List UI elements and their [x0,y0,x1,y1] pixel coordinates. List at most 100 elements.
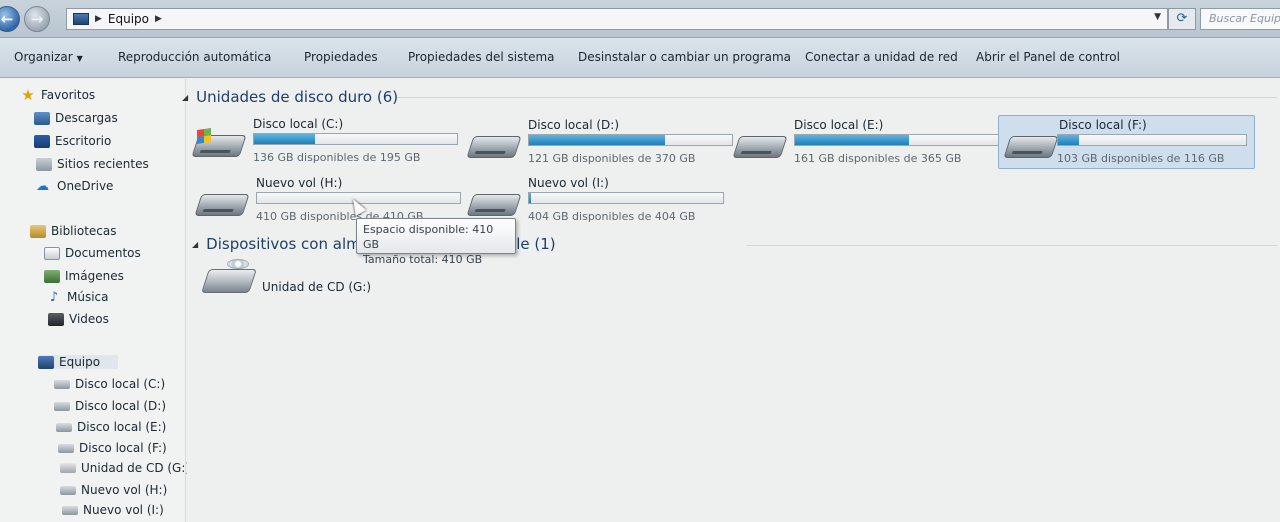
drive-name: Nuevo vol (I:) [528,176,609,190]
forward-button[interactable]: → [24,6,50,32]
computer-icon [73,13,89,25]
nav-label: Descargas [55,111,118,125]
recent-places-icon [36,157,52,171]
hard-drive-icon [194,194,250,216]
nav-label: Disco local (D:) [75,399,167,413]
drive-name: Nuevo vol (H:) [256,176,343,190]
usage-fill [529,135,665,145]
nav-item-drive-e[interactable]: Disco local (E:) [56,420,166,434]
nav-item-sitios-recientes[interactable]: Sitios recientes [36,157,149,171]
drive-name: Disco local (C:) [253,117,344,131]
nav-item-cd-g[interactable]: Unidad de CD (G:) [60,461,190,475]
nav-item-documentos[interactable]: Documentos [44,246,141,260]
nav-label: OneDrive [57,179,114,193]
nav-item-imagenes[interactable]: Imágenes [44,269,124,283]
organize-label: Organizar [14,50,73,64]
drive-name: Disco local (F:) [1059,118,1147,132]
nav-item-musica[interactable]: ♪ Música [46,290,109,304]
music-note-icon: ♪ [49,289,59,305]
nav-label: Sitios recientes [57,157,149,171]
drive-tooltip: Espacio disponible: 410 GB Tamaño total:… [356,218,516,266]
drive-free-space: 404 GB disponibles de 404 GB [528,210,696,223]
autoplay-button[interactable]: Reproducción automática [118,50,271,64]
nav-item-drive-d[interactable]: Disco local (D:) [54,399,166,413]
nav-item-escritorio[interactable]: Escritorio [34,134,111,148]
organize-button[interactable]: Organizar ▼ [14,50,83,64]
drive-free-space: 103 GB disponibles de 116 GB [1057,152,1225,165]
cd-drive-name: Unidad de CD (G:) [262,280,372,294]
desktop-icon [34,134,50,148]
system-properties-button[interactable]: Propiedades del sistema [408,50,555,64]
back-arrow-icon: ← [0,10,14,28]
breadcrumb-equipo[interactable]: Equipo [108,12,149,26]
properties-button[interactable]: Propiedades [304,50,378,64]
nav-label: Nuevo vol (I:) [83,503,164,517]
back-button[interactable]: ← [0,6,20,32]
usage-bar [794,134,999,146]
usage-bar [253,133,458,145]
cd-drive-icon [201,269,257,293]
refresh-button[interactable]: ⟳ [1168,8,1196,30]
breadcrumb-separator-icon: ▶ [95,14,102,24]
drive-tile-f[interactable]: Disco local (F:) 103 GB disponibles de 1… [998,115,1255,169]
usage-fill [529,193,531,203]
collapse-triangle-icon[interactable]: ◢ [182,93,188,102]
nav-item-onedrive[interactable]: ☁ OneDrive [36,179,113,193]
nav-label: Escritorio [55,134,112,148]
open-control-panel-button[interactable]: Abrir el Panel de control [976,50,1120,64]
address-bar-area: ← → ▶ Equipo ▶ ▼ ⟳ Buscar Equipo [0,0,1280,38]
hard-drive-icon [54,401,70,411]
drive-free-space: 161 GB disponibles de 365 GB [794,152,962,165]
downloads-folder-icon [34,111,50,125]
hard-drive-icon [1003,136,1059,158]
nav-libraries[interactable]: Bibliotecas [30,224,116,238]
star-icon: ★ [21,85,35,104]
nav-favorites[interactable]: ★ Favoritos [20,85,95,104]
drive-tile-c[interactable]: Disco local (C:) 136 GB disponibles de 1… [187,115,458,169]
drive-name: Disco local (D:) [528,118,620,132]
map-network-drive-button[interactable]: Conectar a unidad de red [805,50,958,64]
uninstall-program-button[interactable]: Desinstalar o cambiar un programa [578,50,791,64]
nav-label: Imágenes [65,269,124,283]
address-field[interactable]: ▶ Equipo ▶ ▼ [66,8,1168,30]
nav-label: Disco local (F:) [79,441,167,455]
hard-drive-icon [62,505,78,515]
nav-label: Nuevo vol (H:) [81,483,168,497]
nav-label: Videos [69,312,109,326]
nav-label: Disco local (C:) [75,377,166,391]
nav-item-videos[interactable]: Videos [48,312,109,326]
nav-computer[interactable]: Equipo [38,355,119,369]
nav-item-drive-f[interactable]: Disco local (F:) [58,441,167,455]
search-input[interactable]: Buscar Equipo [1200,8,1280,30]
drive-tile-e[interactable]: Disco local (E:) 161 GB disponibles de 3… [728,116,999,170]
drive-name: Disco local (E:) [794,118,884,132]
nav-label: Unidad de CD (G:) [81,461,191,475]
address-dropdown-icon[interactable]: ▼ [1154,12,1161,22]
group-divider [747,245,1277,246]
nav-item-drive-h[interactable]: Nuevo vol (H:) [60,483,167,497]
group-divider [397,97,1277,98]
hard-drive-icon [466,136,522,158]
hard-drive-icon [58,443,74,453]
nav-item-descargas[interactable]: Descargas [34,111,118,125]
nav-item-drive-i[interactable]: Nuevo vol (I:) [62,503,164,517]
usage-bar [528,192,724,204]
nav-item-drive-c[interactable]: Disco local (C:) [54,377,165,391]
navigation-pane: ★ Favoritos Descargas Escritorio Sitios r… [0,79,190,522]
group-header-label: Unidades de disco duro (6) [196,88,399,106]
collapse-triangle-icon[interactable]: ◢ [192,240,198,249]
tooltip-total-size: Tamaño total: 410 GB [363,253,483,266]
cd-disc-icon [227,259,249,269]
drive-tile-d[interactable]: Disco local (D:) 121 GB disponibles de 3… [462,116,733,170]
documents-icon [44,246,60,260]
hard-drive-icon [60,485,76,495]
cloud-icon: ☁ [36,178,49,194]
nav-label: Música [67,290,109,304]
hard-drive-icon [56,422,72,432]
breadcrumb-separator-icon[interactable]: ▶ [155,14,162,24]
group-hard-drives[interactable]: ◢ Unidades de disco duro (6) [182,88,398,106]
usage-bar [1057,134,1247,146]
usage-fill [795,135,909,145]
hard-drive-icon [466,194,522,216]
nav-label: Disco local (E:) [77,420,167,434]
